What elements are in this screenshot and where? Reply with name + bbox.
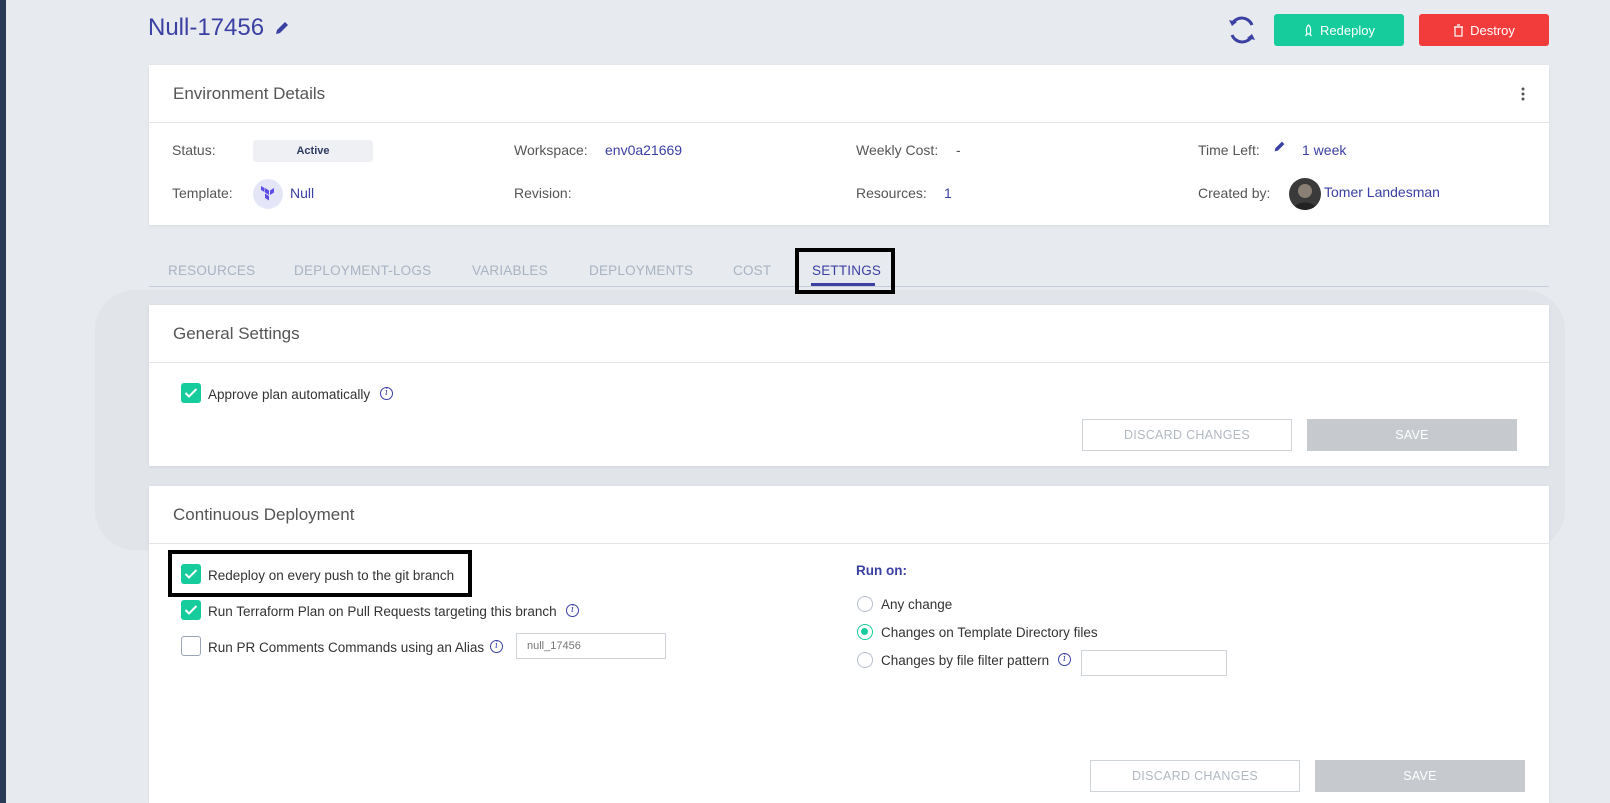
info-icon[interactable]: i bbox=[380, 387, 393, 400]
terraform-logo-icon bbox=[253, 179, 283, 209]
time-left-label: Time Left: bbox=[1198, 142, 1260, 158]
general-discard-button[interactable]: DISCARD CHANGES bbox=[1082, 419, 1292, 451]
radio-file-filter-label: Changes by file filter pattern bbox=[881, 653, 1050, 668]
tab-cost[interactable]: COST bbox=[733, 263, 771, 278]
weekly-cost-value: - bbox=[956, 142, 961, 158]
created-by-value[interactable]: Tomer Landesman bbox=[1324, 184, 1440, 200]
edit-time-left-icon[interactable] bbox=[1273, 140, 1286, 153]
trash-icon bbox=[1454, 23, 1464, 37]
destroy-label: Destroy bbox=[1470, 22, 1515, 38]
redeploy-button[interactable]: Redeploy bbox=[1274, 14, 1404, 46]
rocket-icon bbox=[1305, 23, 1313, 36]
radio-template-directory-label: Changes on Template Directory files bbox=[881, 625, 1098, 640]
redeploy-option-highlight bbox=[168, 550, 472, 597]
radio-template-directory[interactable] bbox=[857, 624, 873, 640]
left-edge-strip bbox=[0, 0, 6, 803]
terraform-plan-pr-checkbox[interactable] bbox=[181, 600, 201, 620]
info-icon[interactable]: i bbox=[1058, 653, 1071, 666]
checkmark-icon bbox=[184, 605, 198, 615]
weekly-cost-label: Weekly Cost: bbox=[856, 142, 939, 158]
file-filter-input[interactable] bbox=[1081, 650, 1227, 676]
workspace-label: Workspace: bbox=[514, 142, 588, 158]
general-settings-heading: General Settings bbox=[149, 305, 1549, 363]
tab-deployments[interactable]: DEPLOYMENTS bbox=[589, 263, 693, 278]
terraform-plan-pr-label: Run Terraform Plan on Pull Requests targ… bbox=[208, 604, 557, 619]
redeploy-label: Redeploy bbox=[1320, 22, 1375, 38]
refresh-icon[interactable] bbox=[1225, 13, 1259, 47]
pr-comments-alias-checkbox[interactable] bbox=[181, 636, 201, 656]
run-on-label: Run on: bbox=[856, 563, 907, 578]
tab-deployment-logs[interactable]: DEPLOYMENT-LOGS bbox=[294, 263, 431, 278]
avatar bbox=[1289, 178, 1321, 210]
destroy-button[interactable]: Destroy bbox=[1419, 14, 1549, 46]
resources-label: Resources: bbox=[856, 185, 927, 201]
alias-input[interactable] bbox=[516, 633, 666, 659]
tab-resources[interactable]: RESOURCES bbox=[168, 263, 255, 278]
approve-plan-label: Approve plan automatically bbox=[208, 387, 371, 402]
cd-discard-button[interactable]: DISCARD CHANGES bbox=[1090, 760, 1300, 792]
tab-variables[interactable]: VARIABLES bbox=[472, 263, 548, 278]
cd-save-button[interactable]: SAVE bbox=[1315, 760, 1525, 792]
status-badge: Active bbox=[253, 140, 373, 162]
edit-pencil-icon[interactable] bbox=[274, 20, 290, 36]
workspace-value: env0a21669 bbox=[605, 142, 683, 158]
info-icon[interactable]: i bbox=[566, 604, 579, 617]
resources-value: 1 bbox=[944, 185, 952, 201]
continuous-deployment-heading: Continuous Deployment bbox=[149, 486, 1549, 544]
radio-any-change-label: Any change bbox=[881, 597, 953, 612]
created-by-label: Created by: bbox=[1198, 185, 1271, 201]
environment-name: Null-17456 bbox=[148, 14, 265, 41]
revision-label: Revision: bbox=[514, 185, 572, 201]
approve-plan-checkbox[interactable] bbox=[181, 383, 201, 403]
pr-comments-alias-label: Run PR Comments Commands using an Alias bbox=[208, 640, 485, 655]
radio-any-change[interactable] bbox=[857, 596, 873, 612]
status-label: Status: bbox=[172, 142, 216, 158]
time-left-value: 1 week bbox=[1302, 142, 1347, 158]
info-icon[interactable]: i bbox=[490, 640, 503, 653]
template-label: Template: bbox=[172, 185, 233, 201]
template-value[interactable]: Null bbox=[290, 185, 314, 201]
more-options-icon[interactable] bbox=[1521, 87, 1525, 101]
radio-file-filter[interactable] bbox=[857, 652, 873, 668]
environment-details-heading: Environment Details bbox=[149, 65, 1549, 123]
general-save-button[interactable]: SAVE bbox=[1307, 419, 1517, 451]
settings-tab-highlight bbox=[795, 248, 895, 294]
page-title: Null-17456 bbox=[148, 14, 290, 42]
checkmark-icon bbox=[184, 388, 198, 398]
